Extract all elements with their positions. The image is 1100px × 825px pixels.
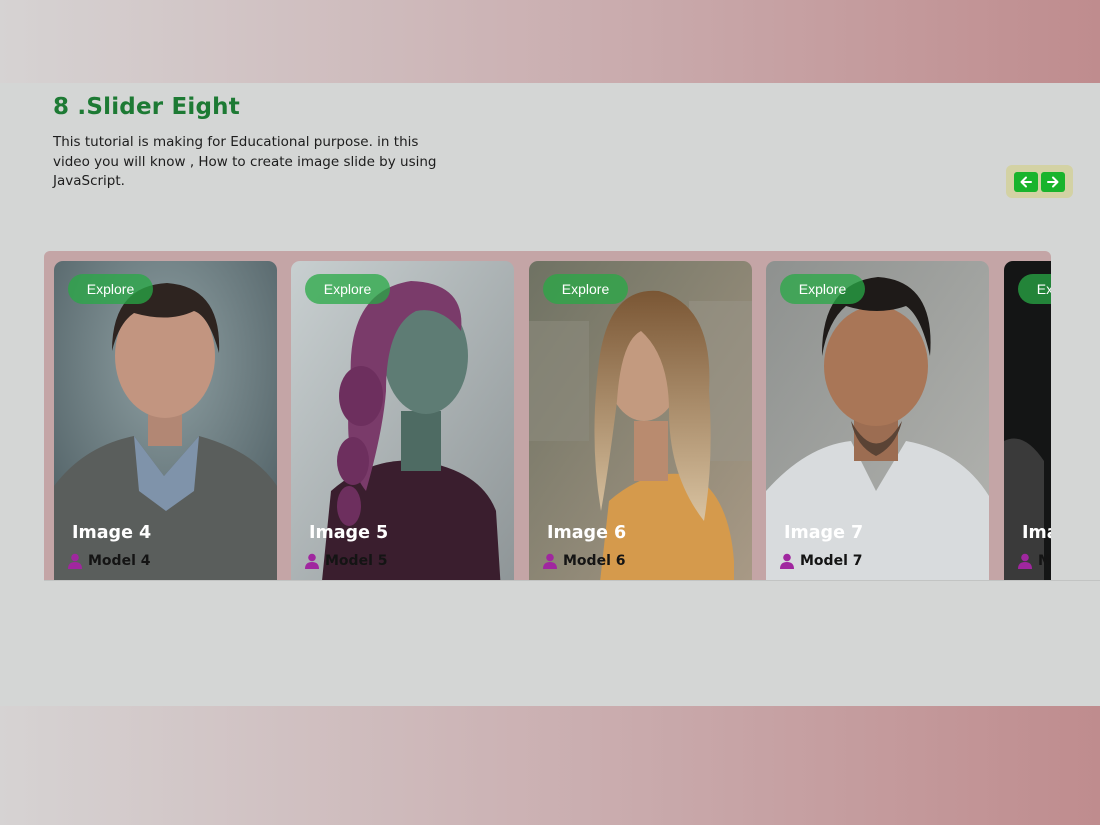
explore-button[interactable]: Explore: [68, 274, 153, 304]
slider-card[interactable]: Explore Image 4 Model 4: [54, 261, 277, 580]
arrow-right-icon: [1047, 176, 1059, 188]
card-title: Image 5: [309, 523, 389, 543]
slider-card[interactable]: Explore Image 6 Model 6: [529, 261, 752, 580]
card-model: Model 6: [543, 553, 625, 569]
model-name: Model 8: [1038, 553, 1051, 569]
user-icon: [68, 553, 82, 569]
explore-button[interactable]: Explore: [1018, 274, 1051, 304]
card-model: Model 5: [305, 553, 387, 569]
next-button[interactable]: [1041, 172, 1065, 192]
slider-card[interactable]: Explore Image 8 Model 8: [1004, 261, 1051, 580]
card-model: Model 4: [68, 553, 150, 569]
card-title: Image 4: [72, 523, 152, 543]
slider-nav: [1006, 165, 1073, 198]
arrow-left-icon: [1020, 176, 1032, 188]
model-name: Model 4: [88, 553, 151, 569]
user-icon: [780, 553, 794, 569]
card-title: Image 8: [1022, 523, 1051, 543]
card-model: Model 7: [780, 553, 862, 569]
page-title: 8 .Slider Eight: [53, 94, 240, 120]
user-icon: [305, 553, 319, 569]
model-name: Model 5: [325, 553, 388, 569]
user-icon: [1018, 553, 1032, 569]
slider-card[interactable]: Explore Image 5 Model 5: [291, 261, 514, 580]
card-title: Image 6: [547, 523, 627, 543]
model-name: Model 6: [563, 553, 626, 569]
explore-button[interactable]: Explore: [780, 274, 865, 304]
card-title: Image 7: [784, 523, 864, 543]
slider-card[interactable]: Explore Image 7 Model 7: [766, 261, 989, 580]
model-name: Model 7: [800, 553, 863, 569]
user-icon: [543, 553, 557, 569]
slider-track: Explore Image 4 Model 4 Explore Image 5 …: [44, 251, 1051, 580]
explore-button[interactable]: Explore: [543, 274, 628, 304]
prev-button[interactable]: [1014, 172, 1038, 192]
card-model: Model 8: [1018, 553, 1051, 569]
divider: [44, 580, 1100, 581]
page-description: This tutorial is making for Educational …: [53, 134, 437, 189]
explore-button[interactable]: Explore: [305, 274, 390, 304]
